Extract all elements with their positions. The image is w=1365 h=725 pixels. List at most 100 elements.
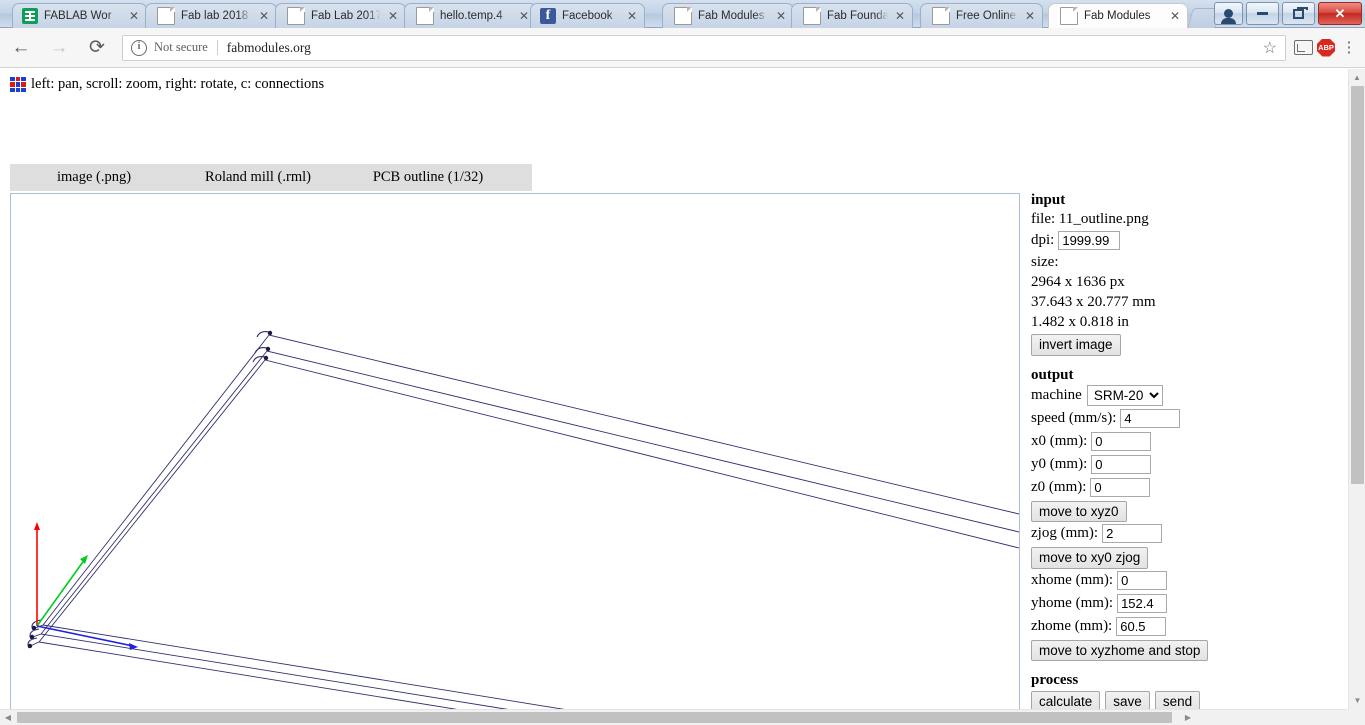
file-label: file: bbox=[1031, 211, 1056, 227]
z-axis-arrow bbox=[34, 522, 40, 530]
y0-input[interactable] bbox=[1091, 454, 1152, 474]
adblock-plus-icon[interactable]: ABP bbox=[1317, 38, 1335, 57]
tab-close-icon[interactable]: ✕ bbox=[624, 8, 640, 24]
zhome-row: zhome (mm): bbox=[1031, 616, 1341, 637]
title-bar: FABLAB Wor ✕ Fab lab 2018 ✕ Fab Lab 2017 ✕ hel… bbox=[0, 0, 1365, 28]
browser-tab-1[interactable]: FABLAB Wor ✕ bbox=[12, 3, 147, 28]
back-button[interactable]: ← bbox=[4, 31, 38, 65]
url-text: fabmodules.org bbox=[226, 39, 311, 55]
logo-cell-5 bbox=[15, 82, 21, 87]
browser-tab-6[interactable]: Fab Modules ✕ bbox=[662, 3, 794, 28]
tab-close-icon[interactable]: ✕ bbox=[773, 8, 789, 24]
browser-tab-2[interactable]: Fab lab 2018 ✕ bbox=[145, 3, 277, 28]
document-icon bbox=[803, 7, 821, 25]
machine-select[interactable]: SRM-20 bbox=[1086, 384, 1163, 406]
browser-tab-3[interactable]: Fab Lab 2017 ✕ bbox=[275, 3, 406, 28]
machine-label: machine bbox=[1031, 386, 1082, 403]
scroll-up-arrow[interactable]: ▲ bbox=[1349, 69, 1365, 86]
tab-label: Facebook bbox=[562, 10, 613, 22]
cast-icon[interactable] bbox=[1294, 40, 1313, 55]
toolpath-viewport[interactable] bbox=[10, 193, 1020, 725]
reload-icon: ⟳ bbox=[89, 37, 105, 58]
tab-label: Fab Lab 2017 bbox=[311, 10, 381, 22]
browser-tab-8[interactable]: Free Online ✕ bbox=[920, 3, 1043, 28]
yhome-row: yhome (mm): bbox=[1031, 593, 1341, 614]
tab-label: Fab Foundat bbox=[827, 10, 888, 22]
size-label: size: bbox=[1031, 254, 1059, 270]
x0-row: x0 (mm): bbox=[1031, 431, 1341, 452]
xhome-input[interactable] bbox=[1117, 570, 1168, 590]
logo-cell-2 bbox=[15, 76, 21, 82]
tab-close-icon[interactable]: ✕ bbox=[1167, 8, 1183, 24]
scroll-left-arrow[interactable]: ◀ bbox=[0, 710, 16, 725]
security-status: Not secure bbox=[154, 40, 208, 54]
vertical-scrollbar[interactable]: ▲ ▼ bbox=[1348, 69, 1365, 709]
zhome-input[interactable] bbox=[1116, 616, 1167, 636]
module-process-pcb-outline[interactable]: PCB outline (1/32) bbox=[338, 169, 518, 186]
scroll-right-arrow[interactable]: ▶ bbox=[1180, 710, 1196, 725]
input-section-heading: input bbox=[1031, 193, 1066, 208]
output-section-heading: output bbox=[1031, 366, 1074, 383]
z0-row: z0 (mm): bbox=[1031, 477, 1341, 498]
scroll-down-arrow[interactable]: ▼ bbox=[1349, 692, 1365, 709]
bookmark-star-icon[interactable]: ☆ bbox=[1263, 38, 1277, 58]
address-bar[interactable]: i Not secure fabmodules.org ☆ bbox=[122, 34, 1286, 61]
close-window-button[interactable]: ✕ bbox=[1318, 2, 1362, 25]
move-to-xyz0-button[interactable]: move to xyz0 bbox=[1031, 500, 1127, 523]
browser-tab-7[interactable]: Fab Foundat ✕ bbox=[791, 3, 913, 28]
module-input-image[interactable]: image (.png) bbox=[10, 169, 178, 186]
module-output-roland-mill[interactable]: Roland mill (.rml) bbox=[178, 169, 338, 186]
dpi-input[interactable] bbox=[1058, 231, 1121, 250]
omnibox-actions: ☆ bbox=[1263, 38, 1277, 58]
vertical-scroll-thumb[interactable] bbox=[1351, 86, 1364, 484]
minimize-button[interactable] bbox=[1246, 2, 1279, 25]
move-to-xyzhome-and-stop-button[interactable]: move to xyzhome and stop bbox=[1031, 639, 1209, 662]
horizontal-scrollbar[interactable]: ◀ ▶ bbox=[0, 709, 1348, 725]
reload-button[interactable]: ⟳ bbox=[80, 31, 114, 65]
back-arrow-icon: ← bbox=[11, 36, 31, 58]
horizontal-scroll-thumb[interactable] bbox=[17, 712, 1172, 723]
xhome-label: xhome (mm): bbox=[1031, 571, 1114, 588]
speed-input[interactable] bbox=[1120, 408, 1181, 428]
tab-label: Fab lab 2018 bbox=[181, 10, 249, 22]
tab-close-icon[interactable]: ✕ bbox=[1022, 8, 1038, 24]
tab-label: Free Online bbox=[956, 10, 1017, 22]
process-section-heading: process bbox=[1031, 672, 1079, 689]
size-pixels: 2964 x 1636 px bbox=[1031, 274, 1125, 290]
tab-label: hello.temp.4 bbox=[440, 10, 503, 22]
browser-tab-4[interactable]: hello.temp.4 ✕ bbox=[404, 3, 537, 28]
input-file-row: file: 11_outline.png bbox=[1031, 210, 1341, 228]
browser-window: FABLAB Wor ✕ Fab lab 2018 ✕ Fab Lab 2017 ✕ hel… bbox=[0, 0, 1365, 725]
info-icon[interactable]: i bbox=[131, 39, 147, 56]
move-to-xy0-zjog-button[interactable]: move to xy0 zjog bbox=[1031, 547, 1149, 569]
zhome-label: zhome (mm): bbox=[1031, 617, 1113, 634]
document-icon bbox=[416, 7, 434, 25]
tab-close-icon[interactable]: ✕ bbox=[892, 8, 908, 24]
y-axis-arrow bbox=[80, 555, 88, 564]
document-icon bbox=[157, 7, 175, 25]
dpi-label: dpi: bbox=[1031, 232, 1055, 248]
yhome-input[interactable] bbox=[1117, 593, 1168, 613]
logo-cell-4 bbox=[10, 82, 15, 87]
document-icon bbox=[674, 7, 692, 25]
forward-button[interactable]: → bbox=[42, 31, 76, 65]
tab-close-icon[interactable]: ✕ bbox=[126, 8, 142, 24]
y-axis-line bbox=[36, 558, 86, 627]
toolbar-actions: ABP ⋮ bbox=[1294, 38, 1365, 57]
document-icon bbox=[1060, 7, 1078, 25]
z0-input[interactable] bbox=[1090, 477, 1151, 497]
logo-cell-1 bbox=[10, 76, 15, 82]
tab-label: Fab Modules bbox=[1084, 10, 1151, 22]
user-account-button[interactable] bbox=[1214, 2, 1243, 25]
browser-tab-9[interactable]: Fab Modules ✕ bbox=[1048, 3, 1188, 28]
x0-input[interactable] bbox=[1091, 431, 1152, 451]
toolpath-canvas[interactable] bbox=[11, 194, 1019, 725]
invert-image-button[interactable]: invert image bbox=[1031, 334, 1121, 356]
restore-button[interactable] bbox=[1282, 2, 1315, 25]
chrome-menu-icon[interactable]: ⋮ bbox=[1339, 40, 1359, 55]
tab-close-icon[interactable]: ✕ bbox=[385, 8, 401, 24]
browser-tab-5[interactable]: f Facebook ✕ bbox=[530, 3, 645, 28]
speed-row: speed (mm/s): bbox=[1031, 408, 1341, 429]
tab-close-icon[interactable]: ✕ bbox=[256, 8, 272, 24]
zjog-input[interactable] bbox=[1102, 524, 1163, 544]
